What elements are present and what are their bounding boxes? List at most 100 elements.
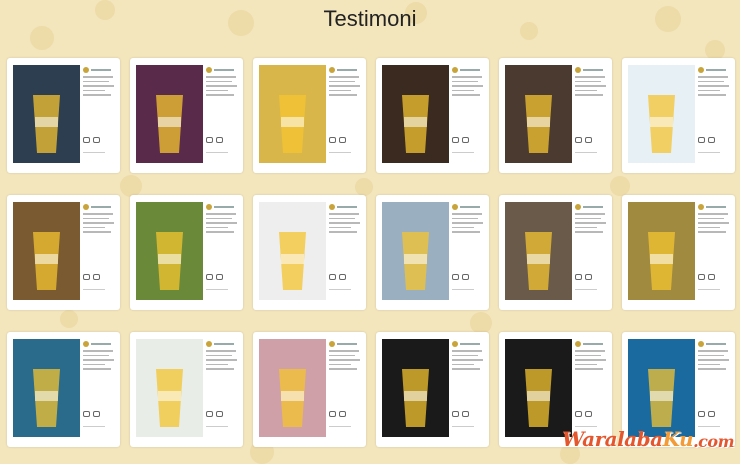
comment-icon[interactable]: [93, 411, 100, 417]
post-caption-area: [83, 341, 116, 439]
heart-icon[interactable]: [83, 137, 90, 143]
post-caption-area: [452, 204, 485, 302]
avatar: [575, 341, 581, 347]
testimonial-card[interactable]: [7, 195, 120, 310]
comment-icon[interactable]: [339, 274, 346, 280]
post-caption-area: [575, 67, 608, 165]
hand-holding-cup-photo: [505, 65, 572, 163]
testimonial-card[interactable]: [376, 332, 489, 447]
testimonial-card[interactable]: [130, 332, 243, 447]
testimonial-card[interactable]: [622, 58, 735, 173]
comment-icon[interactable]: [708, 137, 715, 143]
testimonial-card[interactable]: [376, 195, 489, 310]
comment-icon[interactable]: [708, 274, 715, 280]
testimonial-card[interactable]: [253, 195, 366, 310]
comment-icon[interactable]: [216, 137, 223, 143]
four-drinks-photo: [382, 339, 449, 437]
testimonial-card[interactable]: [130, 58, 243, 173]
review-screenshot-photo: [259, 202, 326, 300]
avatar: [206, 204, 212, 210]
heart-icon[interactable]: [206, 137, 213, 143]
avatar: [698, 67, 704, 73]
heart-icon[interactable]: [452, 274, 459, 280]
watermark-part1: Waralaba: [561, 427, 663, 451]
avatar: [452, 67, 458, 73]
post-caption-area: [329, 67, 362, 165]
pink-drink-cup-photo: [136, 65, 203, 163]
testimonial-grid: [7, 58, 735, 447]
heart-icon[interactable]: [206, 411, 213, 417]
heart-icon[interactable]: [329, 411, 336, 417]
comment-icon[interactable]: [93, 137, 100, 143]
two-drinks-table-photo: [382, 65, 449, 163]
comment-icon[interactable]: [339, 137, 346, 143]
heart-icon[interactable]: [698, 411, 705, 417]
post-caption-area: [329, 341, 362, 439]
testimonial-card[interactable]: [499, 195, 612, 310]
comment-icon[interactable]: [462, 137, 469, 143]
avatar: [83, 67, 89, 73]
avatar: [206, 67, 212, 73]
testimonial-card[interactable]: [622, 195, 735, 310]
heart-icon[interactable]: [698, 274, 705, 280]
comment-icon[interactable]: [339, 411, 346, 417]
avatar: [698, 204, 704, 210]
comment-icon[interactable]: [708, 411, 715, 417]
two-boys-booth-photo: [136, 202, 203, 300]
whatsapp-chat-photo: [136, 339, 203, 437]
heart-icon[interactable]: [83, 274, 90, 280]
heart-icon[interactable]: [329, 274, 336, 280]
heart-icon[interactable]: [452, 411, 459, 417]
drink-promo-photo: [382, 202, 449, 300]
testimonial-card[interactable]: [376, 58, 489, 173]
heart-icon[interactable]: [575, 274, 582, 280]
heart-icon[interactable]: [206, 274, 213, 280]
heart-icon[interactable]: [452, 137, 459, 143]
post-caption-area: [83, 67, 116, 165]
post-caption-area: [575, 204, 608, 302]
post-caption-area: [83, 204, 116, 302]
comment-icon[interactable]: [585, 411, 592, 417]
avatar: [329, 67, 335, 73]
gojek-promo-photo: [13, 65, 80, 163]
waralabaku-watermark-logo: Waralaba Ku .com: [561, 421, 735, 451]
testimonial-card[interactable]: [253, 332, 366, 447]
testimonial-card[interactable]: [7, 58, 120, 173]
post-caption-area: [452, 341, 485, 439]
comment-icon[interactable]: [216, 411, 223, 417]
avatar: [452, 204, 458, 210]
page-title: Testimoni: [323, 6, 417, 31]
mango-cup-photo: [13, 202, 80, 300]
post-caption-area: [206, 67, 239, 165]
avatar: [329, 204, 335, 210]
post-caption-area: [452, 67, 485, 165]
yellow-booth-photo: [259, 65, 326, 163]
watermark-part2: Ku: [662, 427, 694, 451]
testimonial-card[interactable]: [7, 332, 120, 447]
comment-icon[interactable]: [216, 274, 223, 280]
chat-screenshot-photo: [628, 65, 695, 163]
comment-icon[interactable]: [93, 274, 100, 280]
post-caption-area: [329, 204, 362, 302]
avatar: [575, 67, 581, 73]
comment-icon[interactable]: [585, 137, 592, 143]
heart-icon[interactable]: [698, 137, 705, 143]
avatar: [83, 341, 89, 347]
comment-icon[interactable]: [462, 274, 469, 280]
avatar: [83, 204, 89, 210]
outdoor-booth-photo: [13, 339, 80, 437]
avatar: [698, 341, 704, 347]
comment-icon[interactable]: [462, 411, 469, 417]
comment-icon[interactable]: [585, 274, 592, 280]
testimonial-card[interactable]: [130, 195, 243, 310]
heart-icon[interactable]: [575, 137, 582, 143]
avatar: [206, 341, 212, 347]
orange-cup-photo: [628, 202, 695, 300]
testimonial-card[interactable]: [253, 58, 366, 173]
testimonial-card[interactable]: [499, 58, 612, 173]
heart-icon[interactable]: [329, 137, 336, 143]
heart-icon[interactable]: [83, 411, 90, 417]
heart-icon[interactable]: [575, 411, 582, 417]
avatar: [452, 341, 458, 347]
watermark-tld: .com: [693, 432, 734, 451]
